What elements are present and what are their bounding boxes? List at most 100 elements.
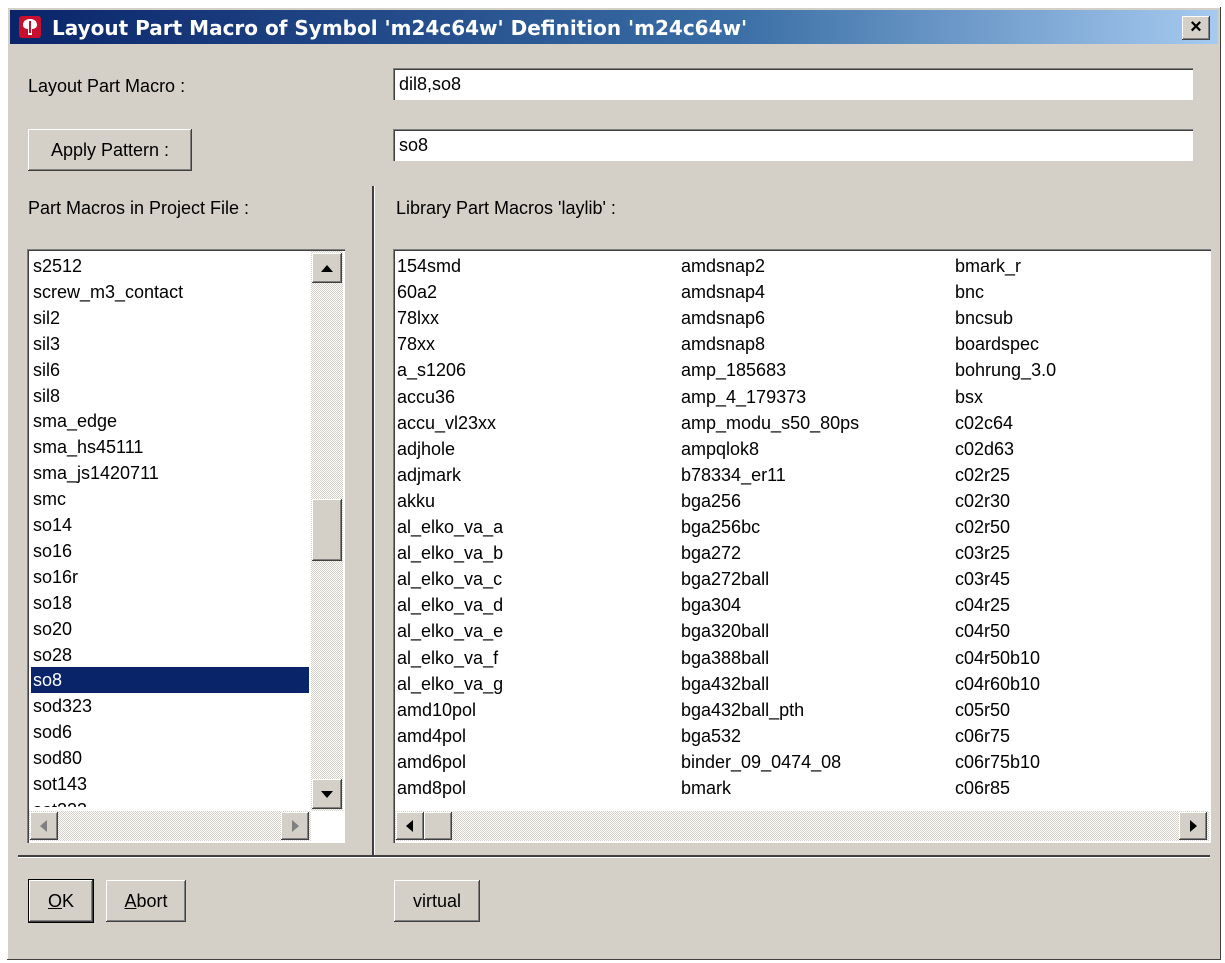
library-list-item[interactable]: a_s1206 xyxy=(395,357,466,383)
library-list-item[interactable]: c03r25 xyxy=(953,540,1010,566)
library-list-item[interactable]: al_elko_va_g xyxy=(395,671,503,697)
project-list-item[interactable]: sot143 xyxy=(31,771,309,797)
project-list-item[interactable]: sma_hs45111 xyxy=(31,434,309,460)
project-list-item[interactable]: so20 xyxy=(31,616,309,642)
library-list-item[interactable]: accu_vl23xx xyxy=(395,410,496,436)
virtual-button[interactable]: virtual xyxy=(394,880,480,922)
library-list-item[interactable]: bga532 xyxy=(679,723,741,749)
project-list-item[interactable]: sma_edge xyxy=(31,408,309,434)
scroll-up-button[interactable] xyxy=(312,253,342,283)
library-list-item[interactable]: amd6pol xyxy=(395,749,466,775)
library-list-item[interactable]: c06r85 xyxy=(953,775,1010,801)
ok-button[interactable]: OK xyxy=(28,879,94,923)
project-list-item[interactable]: s2512 xyxy=(31,253,309,279)
library-list-item[interactable]: al_elko_va_e xyxy=(395,618,503,644)
library-list-item[interactable]: amd4pol xyxy=(395,723,466,749)
library-list-item[interactable]: c04r25 xyxy=(953,592,1010,618)
library-list-item[interactable]: bncsub xyxy=(953,305,1013,331)
library-list-item[interactable]: bmark xyxy=(679,775,731,801)
project-list-item[interactable]: so14 xyxy=(31,512,309,538)
library-list-item[interactable]: c02r50 xyxy=(953,514,1010,540)
library-list-item[interactable]: adjmark xyxy=(395,462,461,488)
scroll-down-button[interactable] xyxy=(312,779,342,809)
scroll-right-button[interactable] xyxy=(281,812,309,840)
library-list-item[interactable]: bmark_r xyxy=(953,253,1021,279)
project-list-item[interactable]: so18 xyxy=(31,590,309,616)
library-list-item[interactable]: ampqlok8 xyxy=(679,436,759,462)
library-list-item[interactable]: bga272 xyxy=(679,540,741,566)
layout-part-macro-input[interactable]: dil8,so8 xyxy=(393,68,1193,100)
project-list-item[interactable]: sod6 xyxy=(31,719,309,745)
library-list-item[interactable]: adjhole xyxy=(395,436,455,462)
library-list-item[interactable]: c02r30 xyxy=(953,488,1010,514)
scroll-left-button[interactable] xyxy=(396,812,424,840)
library-list-item[interactable]: al_elko_va_f xyxy=(395,645,498,671)
library-list-item[interactable]: bga320ball xyxy=(679,618,769,644)
library-list-item[interactable]: bnc xyxy=(953,279,984,305)
library-list-item[interactable]: bga256 xyxy=(679,488,741,514)
library-list-item[interactable]: boardspec xyxy=(953,331,1039,357)
library-list-item[interactable]: c05r50 xyxy=(953,697,1010,723)
library-list-item[interactable]: 78xx xyxy=(395,331,435,357)
library-list-item[interactable]: amd8pol xyxy=(395,775,466,801)
library-part-macros-list[interactable]: 154smd 60a2 78lxx 78xx a_s1206 accu36 accu_vl2… xyxy=(393,249,1211,843)
project-list-item[interactable]: sil2 xyxy=(31,305,309,331)
pattern-input[interactable]: so8 xyxy=(393,129,1193,161)
library-list-hscroll-track[interactable] xyxy=(395,811,1209,841)
project-list-item[interactable]: sma_js1420711 xyxy=(31,460,309,486)
library-list-item[interactable]: c03r45 xyxy=(953,566,1010,592)
project-list-item[interactable]: so16r xyxy=(31,564,309,590)
project-list-item[interactable]: so28 xyxy=(31,642,309,668)
library-list-item[interactable]: akku xyxy=(395,488,435,514)
library-list-item[interactable]: c02d63 xyxy=(953,436,1014,462)
library-list-item[interactable]: bsx xyxy=(953,384,983,410)
library-list-item[interactable]: bohrung_3.0 xyxy=(953,357,1056,383)
project-list-item[interactable]: sil6 xyxy=(31,357,309,383)
library-list-item[interactable]: bga304 xyxy=(679,592,741,618)
project-list-hscroll-track[interactable] xyxy=(29,811,311,841)
project-list-item[interactable]: sil8 xyxy=(31,383,309,409)
project-list-item[interactable]: screw_m3_contact xyxy=(31,279,309,305)
library-list-item[interactable]: amdsnap8 xyxy=(679,331,765,357)
library-list-item[interactable]: c04r50b10 xyxy=(953,645,1040,671)
scroll-left-button[interactable] xyxy=(30,812,58,840)
library-list-item[interactable]: bga432ball_pth xyxy=(679,697,804,723)
project-part-macros-list[interactable]: s2512 screw_m3_contact sil2 sil3 sil6 sil8 sma… xyxy=(27,249,345,843)
library-list-item[interactable]: amdsnap2 xyxy=(679,253,765,279)
title-bar[interactable]: Layout Part Macro of Symbol 'm24c64w' De… xyxy=(10,10,1218,44)
library-list-item[interactable]: 60a2 xyxy=(395,279,437,305)
library-list-item[interactable]: c04r50 xyxy=(953,618,1010,644)
library-list-item[interactable]: amd10pol xyxy=(395,697,476,723)
library-list-hscroll-thumb[interactable] xyxy=(424,812,452,840)
project-list-item[interactable]: so8 xyxy=(31,667,309,694)
project-list-vscroll-thumb[interactable] xyxy=(312,499,342,561)
project-list-item[interactable]: smc xyxy=(31,486,309,512)
close-button[interactable]: × xyxy=(1182,16,1210,40)
scroll-right-button[interactable] xyxy=(1179,812,1207,840)
library-list-item[interactable]: b78334_er11 xyxy=(679,462,786,488)
library-list-item[interactable]: amdsnap6 xyxy=(679,305,765,331)
library-list-item[interactable]: amdsnap4 xyxy=(679,279,765,305)
apply-pattern-button[interactable]: Apply Pattern : xyxy=(28,129,192,171)
abort-button[interactable]: Abort xyxy=(106,880,186,922)
library-list-item[interactable]: bga272ball xyxy=(679,566,769,592)
library-list-item[interactable]: 154smd xyxy=(395,253,461,279)
library-list-item[interactable]: al_elko_va_c xyxy=(395,566,502,592)
library-list-item[interactable]: bga432ball xyxy=(679,671,769,697)
library-list-item[interactable]: bga256bc xyxy=(679,514,760,540)
library-list-item[interactable]: amp_185683 xyxy=(679,357,786,383)
project-list-item[interactable]: sot223 xyxy=(31,797,309,807)
library-list-item[interactable]: c02c64 xyxy=(953,410,1013,436)
project-list-item[interactable]: sod80 xyxy=(31,745,309,771)
project-list-item[interactable]: sod323 xyxy=(31,693,309,719)
project-list-item[interactable]: so16 xyxy=(31,538,309,564)
library-list-item[interactable]: al_elko_va_b xyxy=(395,540,503,566)
library-list-item[interactable]: al_elko_va_a xyxy=(395,514,503,540)
project-list-item[interactable]: sil3 xyxy=(31,331,309,357)
library-list-item[interactable]: amp_4_179373 xyxy=(679,384,806,410)
library-list-item[interactable]: bga388ball xyxy=(679,645,769,671)
library-list-item[interactable]: al_elko_va_d xyxy=(395,592,503,618)
library-list-item[interactable]: c06r75 xyxy=(953,723,1010,749)
library-list-item[interactable]: binder_09_0474_08 xyxy=(679,749,841,775)
library-list-item[interactable]: 78lxx xyxy=(395,305,439,331)
